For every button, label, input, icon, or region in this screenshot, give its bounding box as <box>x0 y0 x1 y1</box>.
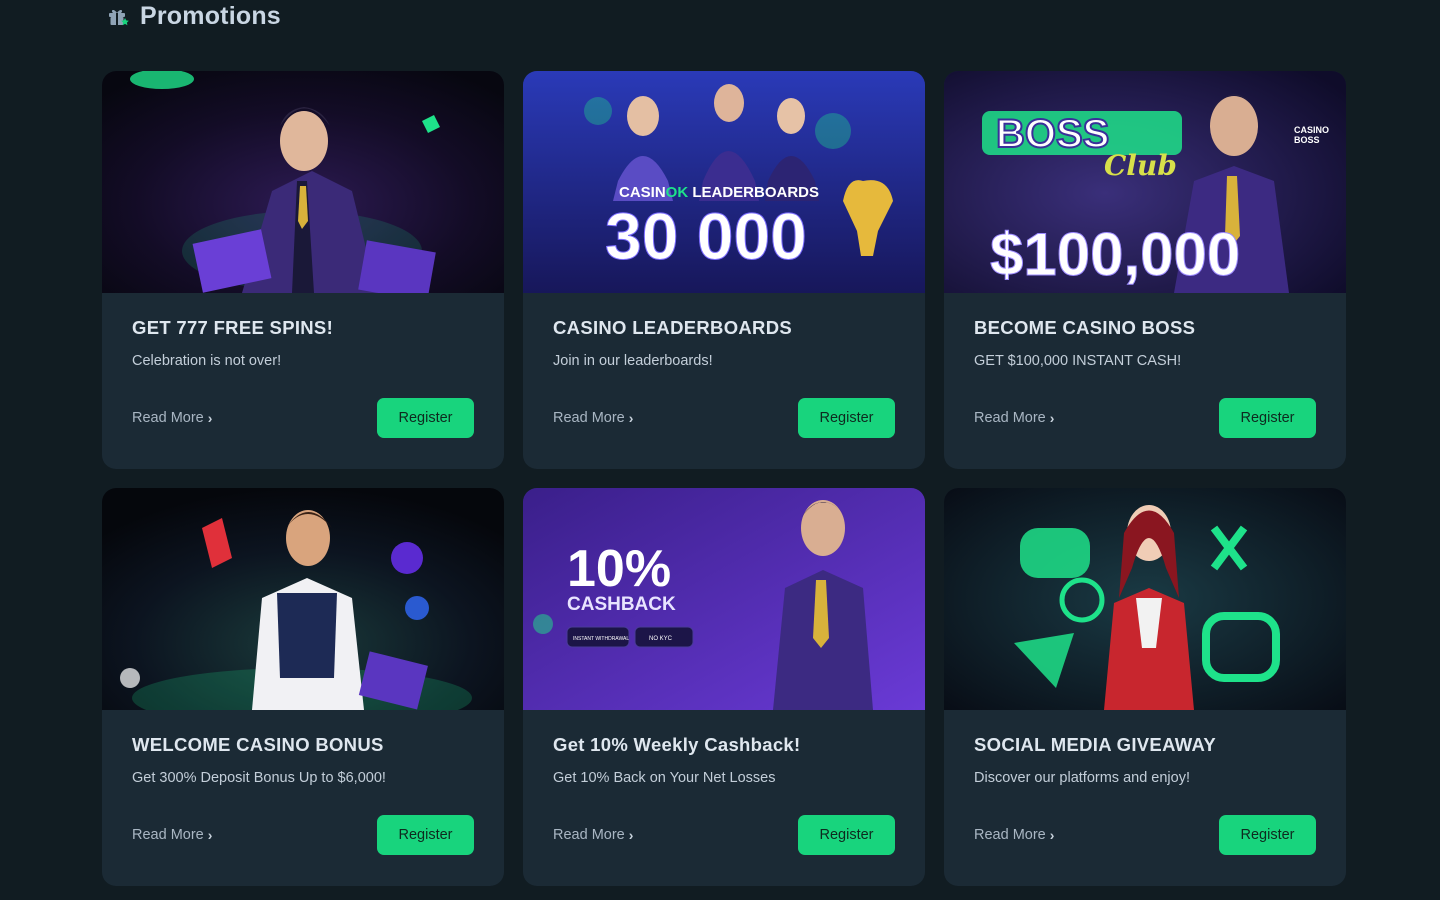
read-more-label: Read More <box>974 410 1046 426</box>
register-button[interactable]: Register <box>1219 815 1316 855</box>
page-header: Promotions <box>106 0 281 32</box>
promo-card-welcome-bonus: WELCOME CASINO BONUS Get 300% Deposit Bo… <box>102 488 504 886</box>
promo-card-footer: Read More › Register <box>974 815 1316 855</box>
page-title: Promotions <box>140 1 281 30</box>
promo-card-body: Get 10% Weekly Cashback! Get 10% Back on… <box>523 710 925 886</box>
promo-banner-image[interactable] <box>102 71 504 293</box>
register-button[interactable]: Register <box>377 398 474 438</box>
promo-card-cashback: 10% CASHBACK INSTANT WITHDRAWAL NO KYC G… <box>523 488 925 886</box>
boss-script-text: Club <box>1104 149 1177 182</box>
chevron-right-icon: › <box>207 410 213 426</box>
promo-card-body: CASINO LEADERBOARDS Join in our leaderbo… <box>523 293 925 469</box>
chevron-right-icon: › <box>1049 827 1055 843</box>
boss-badge-line-b: BOSS <box>1294 135 1320 145</box>
promo-card-free-spins: GET 777 FREE SPINS! Celebration is not o… <box>102 71 504 469</box>
read-more-label: Read More <box>132 827 204 843</box>
chevron-right-icon: › <box>628 827 634 843</box>
register-button[interactable]: Register <box>1219 398 1316 438</box>
promo-card-body: SOCIAL MEDIA GIVEAWAY Discover our platf… <box>944 710 1346 886</box>
promo-banner-image[interactable]: 10% CASHBACK INSTANT WITHDRAWAL NO KYC <box>523 488 925 710</box>
boss-logo-text: BOSS <box>996 112 1109 156</box>
promotions-grid: GET 777 FREE SPINS! Celebration is not o… <box>102 71 1346 886</box>
boss-badge-line-a: CASINO <box>1294 125 1329 135</box>
read-more-label: Read More <box>974 827 1046 843</box>
promo-title: GET 777 FREE SPINS! <box>132 317 334 338</box>
promo-card-footer: Read More › Register <box>553 398 895 438</box>
register-button[interactable]: Register <box>798 398 895 438</box>
read-more-link[interactable]: Read More › <box>132 410 212 426</box>
promo-card-footer: Read More › Register <box>553 815 895 855</box>
read-more-link[interactable]: Read More › <box>974 827 1054 843</box>
gift-icon <box>106 4 130 28</box>
promo-banner-image[interactable]: BOSS Club CASINO BOSS $100,000 <box>944 71 1346 293</box>
promo-subtitle: Get 10% Back on Your Net Losses <box>553 770 776 786</box>
promo-subtitle: Discover our platforms and enjoy! <box>974 770 1190 786</box>
promo-card-body: WELCOME CASINO BONUS Get 300% Deposit Bo… <box>102 710 504 886</box>
promo-banner-image[interactable]: CASINOK LEADERBOARDS 30 000 <box>523 71 925 293</box>
promo-card-footer: Read More › Register <box>132 398 474 438</box>
promo-subtitle: Get 300% Deposit Bonus Up to $6,000! <box>132 770 386 786</box>
promo-subtitle: GET $100,000 INSTANT CASH! <box>974 353 1182 369</box>
chip-no-kyc: NO KYC <box>649 636 673 642</box>
promo-subtitle: Celebration is not over! <box>132 353 282 369</box>
chevron-right-icon: › <box>1049 410 1055 426</box>
promo-title: BECOME CASINO BOSS <box>974 317 1196 338</box>
chevron-right-icon: › <box>207 827 213 843</box>
register-button[interactable]: Register <box>798 815 895 855</box>
boss-amount-text: $100,000 <box>990 221 1240 288</box>
promo-card-body: GET 777 FREE SPINS! Celebration is not o… <box>102 293 504 469</box>
cashback-label-text: CASHBACK <box>567 594 676 615</box>
cashback-percent-text: 10% <box>567 540 671 598</box>
read-more-link[interactable]: Read More › <box>132 827 212 843</box>
promo-title: SOCIAL MEDIA GIVEAWAY <box>974 734 1217 755</box>
promo-subtitle: Join in our leaderboards! <box>553 353 713 369</box>
promo-title: CASINO LEADERBOARDS <box>553 317 793 338</box>
leaderboard-amount-text: 30 000 <box>605 199 807 273</box>
promo-card-casino-boss: BOSS Club CASINO BOSS $100,000 BECOME CA… <box>944 71 1346 469</box>
promo-card-leaderboards: CASINOK LEADERBOARDS 30 000 CASINO LEADE… <box>523 71 925 469</box>
promo-card-body: BECOME CASINO BOSS GET $100,000 INSTANT … <box>944 293 1346 469</box>
register-button[interactable]: Register <box>377 815 474 855</box>
promo-title: WELCOME CASINO BONUS <box>132 734 384 755</box>
promo-card-footer: Read More › Register <box>974 398 1316 438</box>
promo-card-social-giveaway: SOCIAL MEDIA GIVEAWAY Discover our platf… <box>944 488 1346 886</box>
read-more-link[interactable]: Read More › <box>553 827 633 843</box>
promo-banner-image[interactable] <box>944 488 1346 710</box>
chip-instant-withdrawal: INSTANT WITHDRAWAL <box>573 636 629 642</box>
chevron-right-icon: › <box>628 410 634 426</box>
read-more-label: Read More <box>553 410 625 426</box>
read-more-link[interactable]: Read More › <box>974 410 1054 426</box>
promo-card-footer: Read More › Register <box>132 815 474 855</box>
read-more-label: Read More <box>132 410 204 426</box>
promo-banner-image[interactable] <box>102 488 504 710</box>
promo-title: Get 10% Weekly Cashback! <box>553 734 801 755</box>
read-more-label: Read More <box>553 827 625 843</box>
read-more-link[interactable]: Read More › <box>553 410 633 426</box>
